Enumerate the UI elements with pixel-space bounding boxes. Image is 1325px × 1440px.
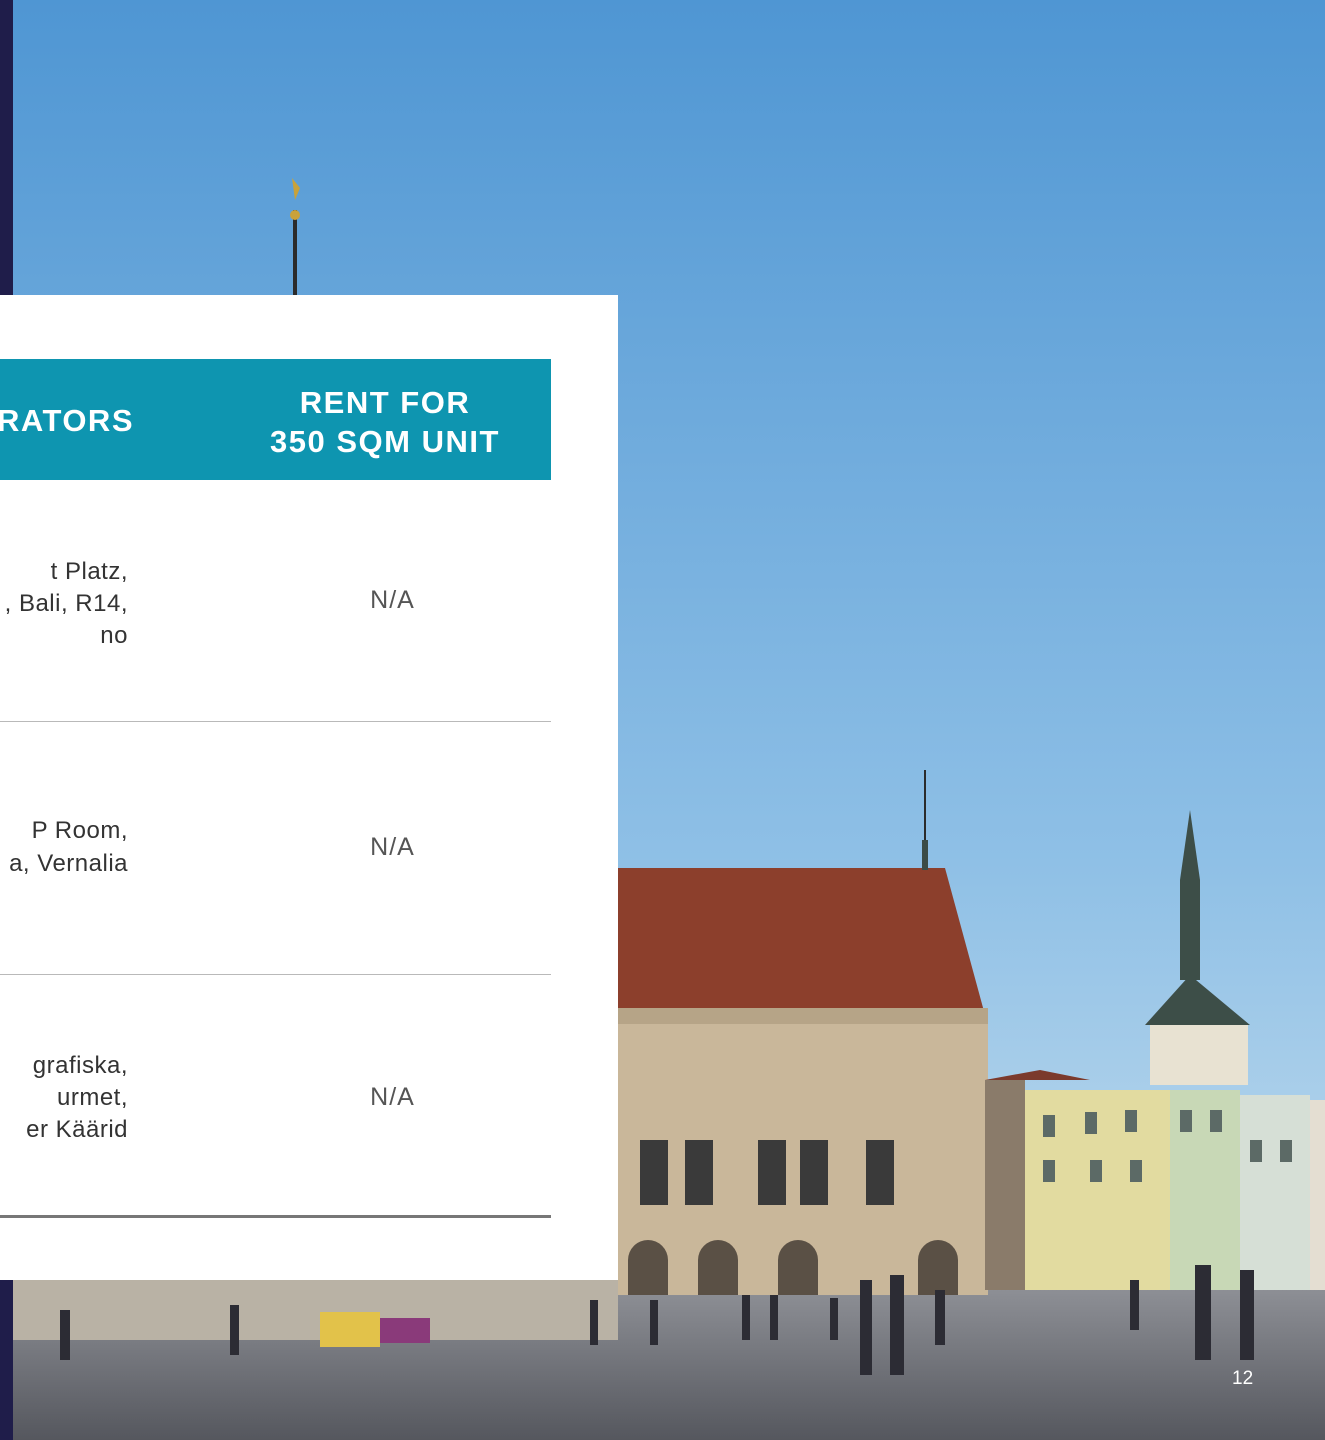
header-rent-line2: 350 SQM UNIT bbox=[270, 424, 500, 459]
row-operators-cell: P Room, a, Vernalia bbox=[0, 815, 200, 885]
row-operators-cell: t Platz, , Bali, R14, no bbox=[0, 556, 200, 666]
operators-line: no bbox=[100, 622, 128, 649]
operators-line: t Platz, bbox=[50, 558, 128, 585]
operators-line: a, Vernalia bbox=[9, 850, 128, 877]
page-number: 12 bbox=[1232, 1368, 1254, 1389]
row-rent-value: N/A bbox=[370, 833, 415, 861]
header-rent-cell: RENT FOR 350 SQM UNIT bbox=[230, 383, 540, 461]
row-rent-value: N/A bbox=[370, 1083, 415, 1111]
operators-line: , Bali, R14, bbox=[4, 590, 128, 617]
table-header: RATORS RENT FOR 350 SQM UNIT bbox=[0, 359, 551, 480]
table-bottom-rule bbox=[0, 1215, 551, 1218]
operators-line: P Room, bbox=[31, 817, 128, 844]
table-row: grafiska, urmet, er Käärid N/A bbox=[0, 975, 551, 1215]
operators-line: er Käärid bbox=[26, 1116, 128, 1143]
header-operators-label: RATORS bbox=[0, 403, 134, 438]
operators-line: grafiska, bbox=[32, 1052, 128, 1079]
header-rent-line1: RENT FOR bbox=[299, 385, 471, 420]
row-rent-value: N/A bbox=[370, 586, 415, 614]
row-operators-cell: grafiska, urmet, er Käärid bbox=[0, 1050, 200, 1160]
operators-line: urmet, bbox=[56, 1084, 128, 1111]
rent-table-panel: RATORS RENT FOR 350 SQM UNIT t Platz, , … bbox=[0, 295, 618, 1280]
header-operators-cell: RATORS bbox=[0, 359, 230, 480]
table-row: t Platz, , Bali, R14, no N/A bbox=[0, 480, 551, 721]
table-row: P Room, a, Vernalia N/A bbox=[0, 722, 551, 974]
